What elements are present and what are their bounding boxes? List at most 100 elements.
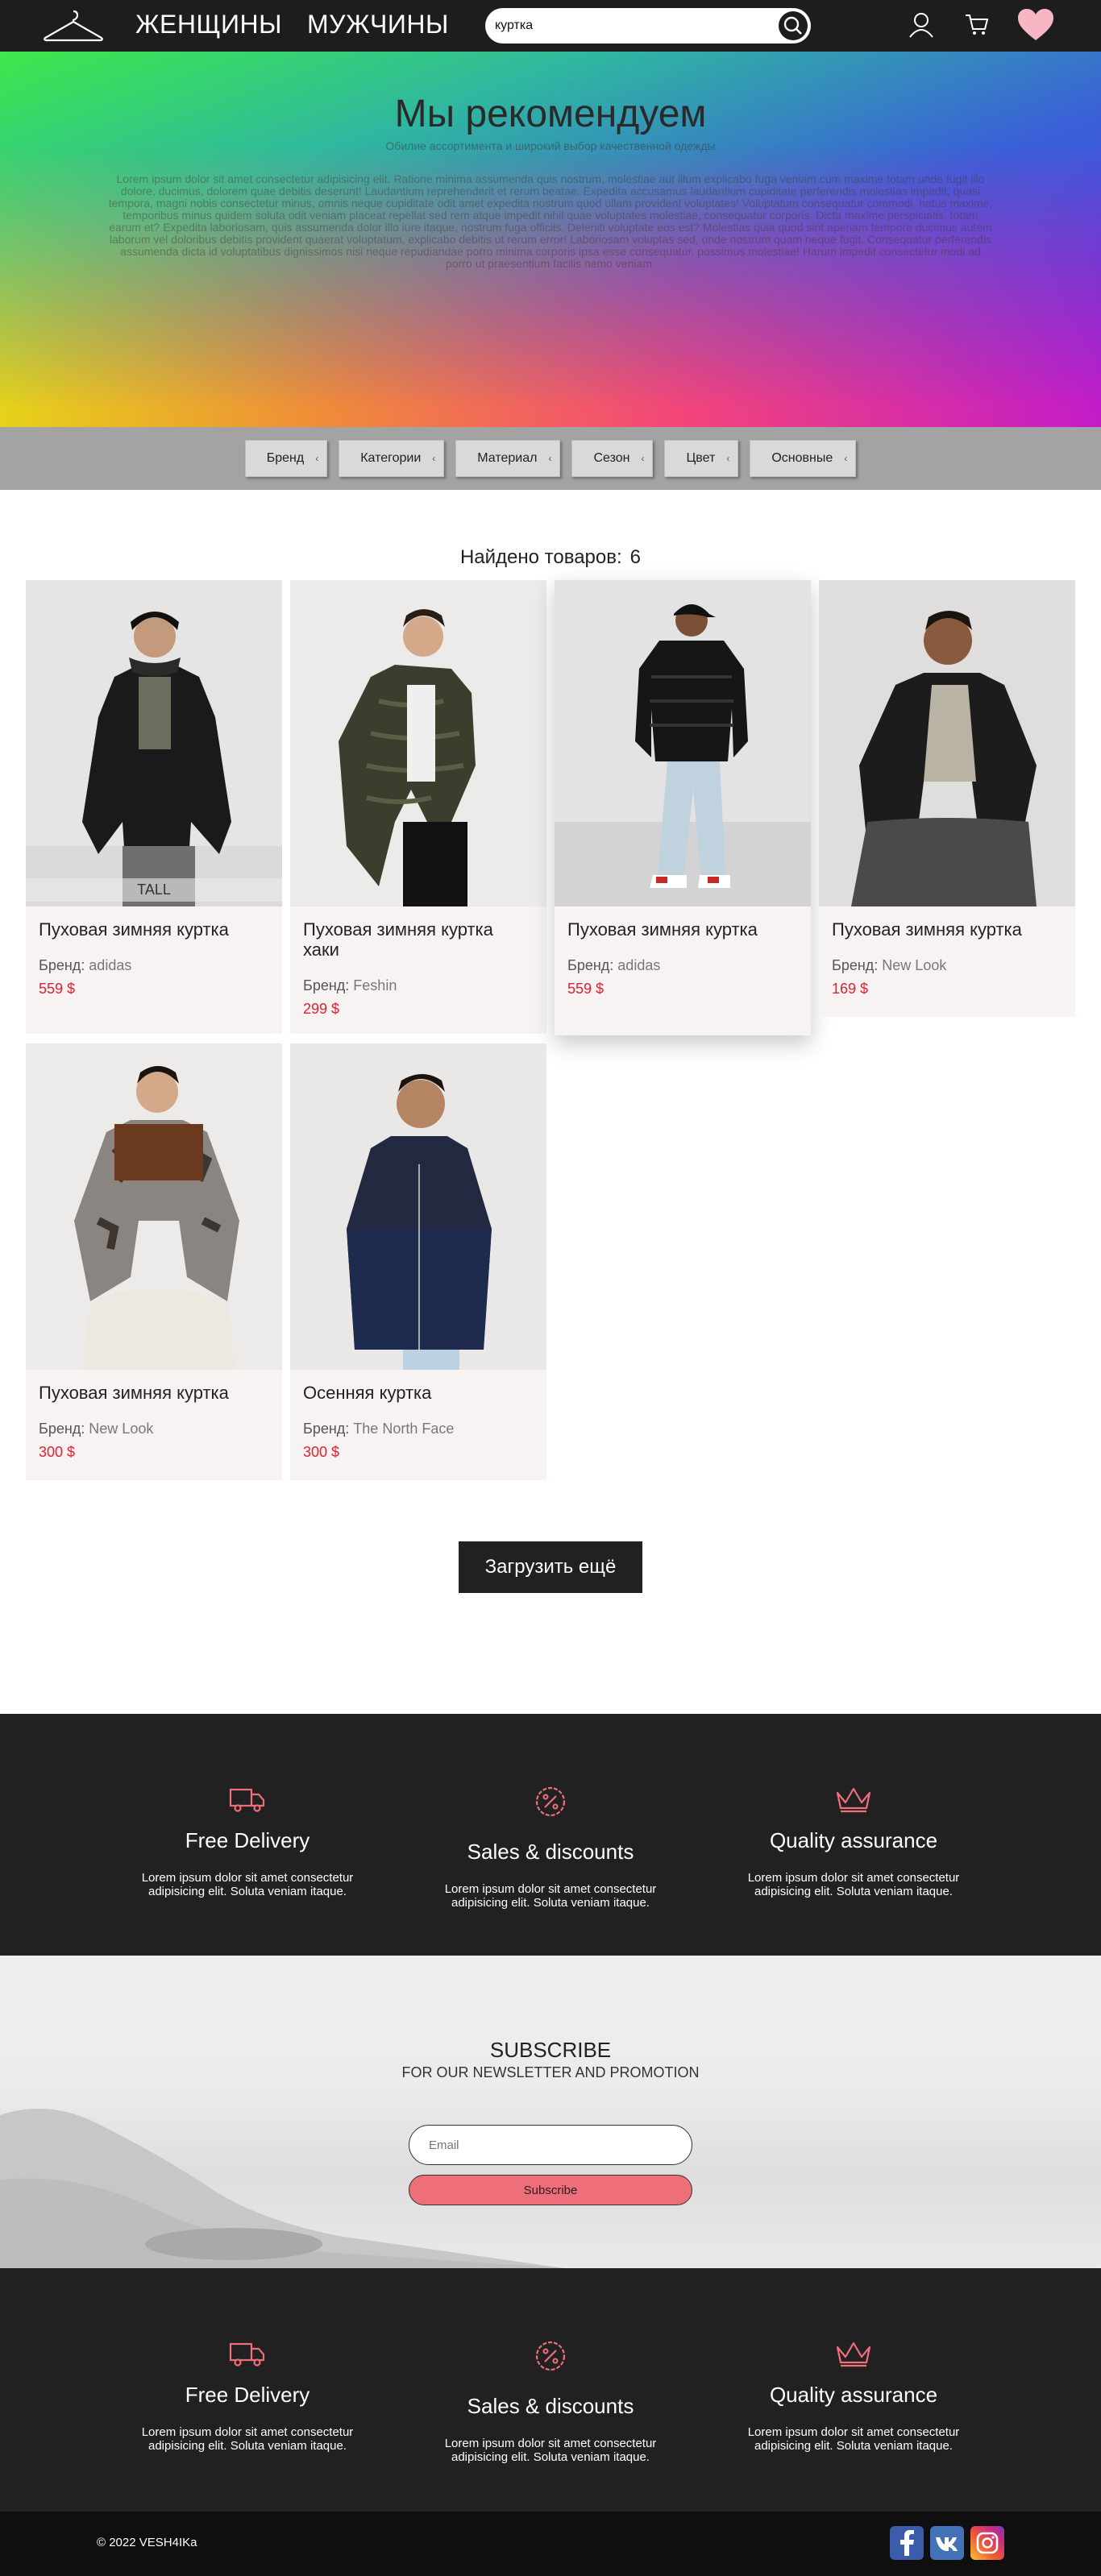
results-label: Найдено товаров: — [459, 546, 622, 568]
features-section: Free Delivery Lorem ipsum dolor sit amet… — [0, 1714, 1101, 1956]
search-button[interactable] — [779, 11, 808, 40]
product-title: Пуховая зимняя куртка — [39, 1383, 229, 1403]
filter-category[interactable]: Категории ‹ — [339, 440, 445, 477]
hero-banner: Мы рекомендуем Обилие ассортимента и шир… — [0, 52, 1101, 427]
nav-men-link[interactable]: МУЖЧИНЫ — [307, 10, 449, 39]
product-grid: TALL Пуховая зимняя куртка Бренд: adidas… — [26, 580, 1101, 1480]
subscribe-button[interactable]: Subscribe — [409, 2175, 692, 2205]
feature-delivery: Free Delivery Lorem ipsum dolor sit amet… — [140, 1785, 355, 1956]
product-price: 169 $ — [832, 981, 869, 997]
feature-text: Lorem ipsum dolor sit amet consectetur a… — [444, 2437, 657, 2464]
feature-title: Sales & discounts — [467, 1840, 634, 1864]
product-card[interactable]: Осенняя куртка Бренд: The North Face 300… — [290, 1043, 546, 1480]
product-image — [819, 580, 1075, 906]
percent-badge-icon — [535, 1786, 566, 1817]
product-card[interactable]: Пуховая зимняя куртка Бренд: New Look 16… — [819, 580, 1075, 1017]
truck-icon — [229, 2342, 265, 2367]
filter-color[interactable]: Цвет ‹ — [664, 440, 739, 477]
feature-title: Quality assurance — [769, 2383, 938, 2407]
product-price: 300 $ — [39, 1444, 76, 1460]
product-title: Пуховая зимняя куртка — [832, 919, 1022, 940]
hero-subtitle: Обилие ассортимента и широкий выбор каче… — [385, 139, 716, 152]
brand-name: New Look — [89, 1421, 154, 1437]
feature-title: Quality assurance — [769, 1828, 938, 1852]
instagram-link[interactable] — [970, 2526, 1004, 2560]
feature-text: Lorem ipsum dolor sit amet consectetur a… — [141, 2425, 354, 2453]
brand-label: Бренд: — [567, 957, 614, 973]
product-card[interactable]: Пуховая зимняя куртка Бренд: adidas 559 … — [555, 580, 811, 1035]
filter-label: Категории — [360, 451, 422, 465]
brand-name: The North Face — [353, 1421, 455, 1437]
brand-label: Бренд: — [39, 957, 85, 973]
filter-season[interactable]: Сезон ‹ — [571, 440, 654, 477]
chevron-down-icon: ‹ — [548, 453, 552, 464]
search-icon — [783, 16, 802, 35]
crown-icon — [836, 2342, 871, 2367]
product-title: Пуховая зимняя куртка — [567, 919, 758, 940]
nav-women-link[interactable]: ЖЕНЩИНЫ — [135, 10, 282, 39]
feature-text: Lorem ipsum dolor sit amet consectetur a… — [747, 2425, 960, 2453]
subscribe-section: SUBSCRIBE FOR OUR NEWSLETTER AND PROMOTI… — [0, 1956, 1101, 2268]
feature-text: Lorem ipsum dolor sit amet consectetur a… — [444, 1882, 657, 1910]
chevron-down-icon: ‹ — [726, 453, 730, 464]
subscribe-title: SUBSCRIBE — [489, 2038, 612, 2062]
product-image: TALL — [26, 580, 282, 906]
vk-link[interactable] — [930, 2526, 964, 2560]
filter-material[interactable]: Материал ‹ — [455, 440, 561, 477]
facebook-icon — [900, 2530, 914, 2556]
product-card[interactable]: TALL Пуховая зимняя куртка Бренд: adidas… — [26, 580, 282, 1034]
brand-label: Бренд: — [832, 957, 879, 973]
search-input[interactable] — [495, 19, 769, 33]
product-card[interactable]: Пуховая зимняя куртка Бренд: New Look 30… — [26, 1043, 282, 1480]
product-image — [26, 1043, 282, 1370]
hanger-logo-icon[interactable] — [42, 8, 105, 44]
features-section-2: Free Delivery Lorem ipsum dolor sit amet… — [0, 2268, 1101, 2512]
facebook-link[interactable] — [890, 2526, 924, 2560]
hero-title: Мы рекомендуем — [394, 93, 707, 135]
product-brand: Бренд: Feshin — [303, 977, 534, 994]
chevron-down-icon: ‹ — [641, 453, 645, 464]
product-image — [555, 580, 811, 906]
brand-label: Бренд: — [39, 1421, 85, 1437]
product-price: 559 $ — [39, 981, 76, 997]
filter-brand[interactable]: Бренд ‹ — [244, 440, 328, 477]
tall-badge: TALL — [26, 878, 282, 902]
feature-title: Free Delivery — [185, 1828, 310, 1852]
truck-icon — [229, 1788, 265, 1812]
product-brand: Бренд: adidas — [39, 957, 269, 974]
chevron-down-icon: ‹ — [315, 453, 319, 464]
brand-name: adidas — [89, 957, 132, 973]
hero-text: Lorem ipsum dolor sit amet consectetur a… — [108, 172, 993, 270]
product-title: Пуховая зимняя куртка — [39, 919, 229, 940]
filter-bar: Бренд ‹ Категории ‹ Материал ‹ Сезон ‹ Цвет ‹… — [0, 427, 1101, 490]
feature-sales: Sales & discounts Lorem ipsum dolor sit … — [443, 1785, 658, 1956]
product-brand: Бренд: adidas — [567, 957, 798, 974]
search-bar — [485, 8, 811, 44]
brand-label: Бренд: — [303, 977, 350, 993]
filter-main[interactable]: Основные ‹ — [750, 440, 857, 477]
subscribe-subtitle: FOR OUR NEWSLETTER AND PROMOTION — [401, 2064, 700, 2080]
brand-name: Feshin — [353, 977, 397, 993]
feature-text: Lorem ipsum dolor sit amet consectetur a… — [141, 1871, 354, 1898]
feature-title: Free Delivery — [185, 2383, 310, 2407]
email-field[interactable] — [409, 2125, 692, 2165]
product-title: Осенняя куртка — [303, 1383, 432, 1403]
cart-icon[interactable] — [964, 11, 990, 37]
product-price: 299 $ — [303, 1001, 340, 1017]
load-more-button[interactable]: Загрузить ещё — [459, 1541, 642, 1593]
brand-label: Бренд: — [303, 1421, 350, 1437]
product-brand: Бренд: New Look — [832, 957, 1062, 974]
copyright-text: © 2022 VESH4IKa — [97, 2536, 197, 2549]
product-card[interactable]: Пуховая зимняя куртка хаки Бренд: Feshin… — [290, 580, 546, 1034]
chevron-down-icon: ‹ — [844, 453, 848, 464]
results-number: 6 — [629, 546, 642, 568]
crown-icon — [836, 1787, 871, 1813]
feature-text: Lorem ipsum dolor sit amet consectetur a… — [747, 1871, 960, 1898]
brand-name: New Look — [882, 957, 947, 973]
brand-name: adidas — [617, 957, 661, 973]
favorites-heart-icon[interactable] — [1017, 8, 1054, 42]
product-brand: Бренд: New Look — [39, 1421, 269, 1437]
user-icon[interactable] — [908, 11, 935, 39]
filter-label: Основные — [771, 451, 833, 465]
product-brand: Бренд: The North Face — [303, 1421, 534, 1437]
